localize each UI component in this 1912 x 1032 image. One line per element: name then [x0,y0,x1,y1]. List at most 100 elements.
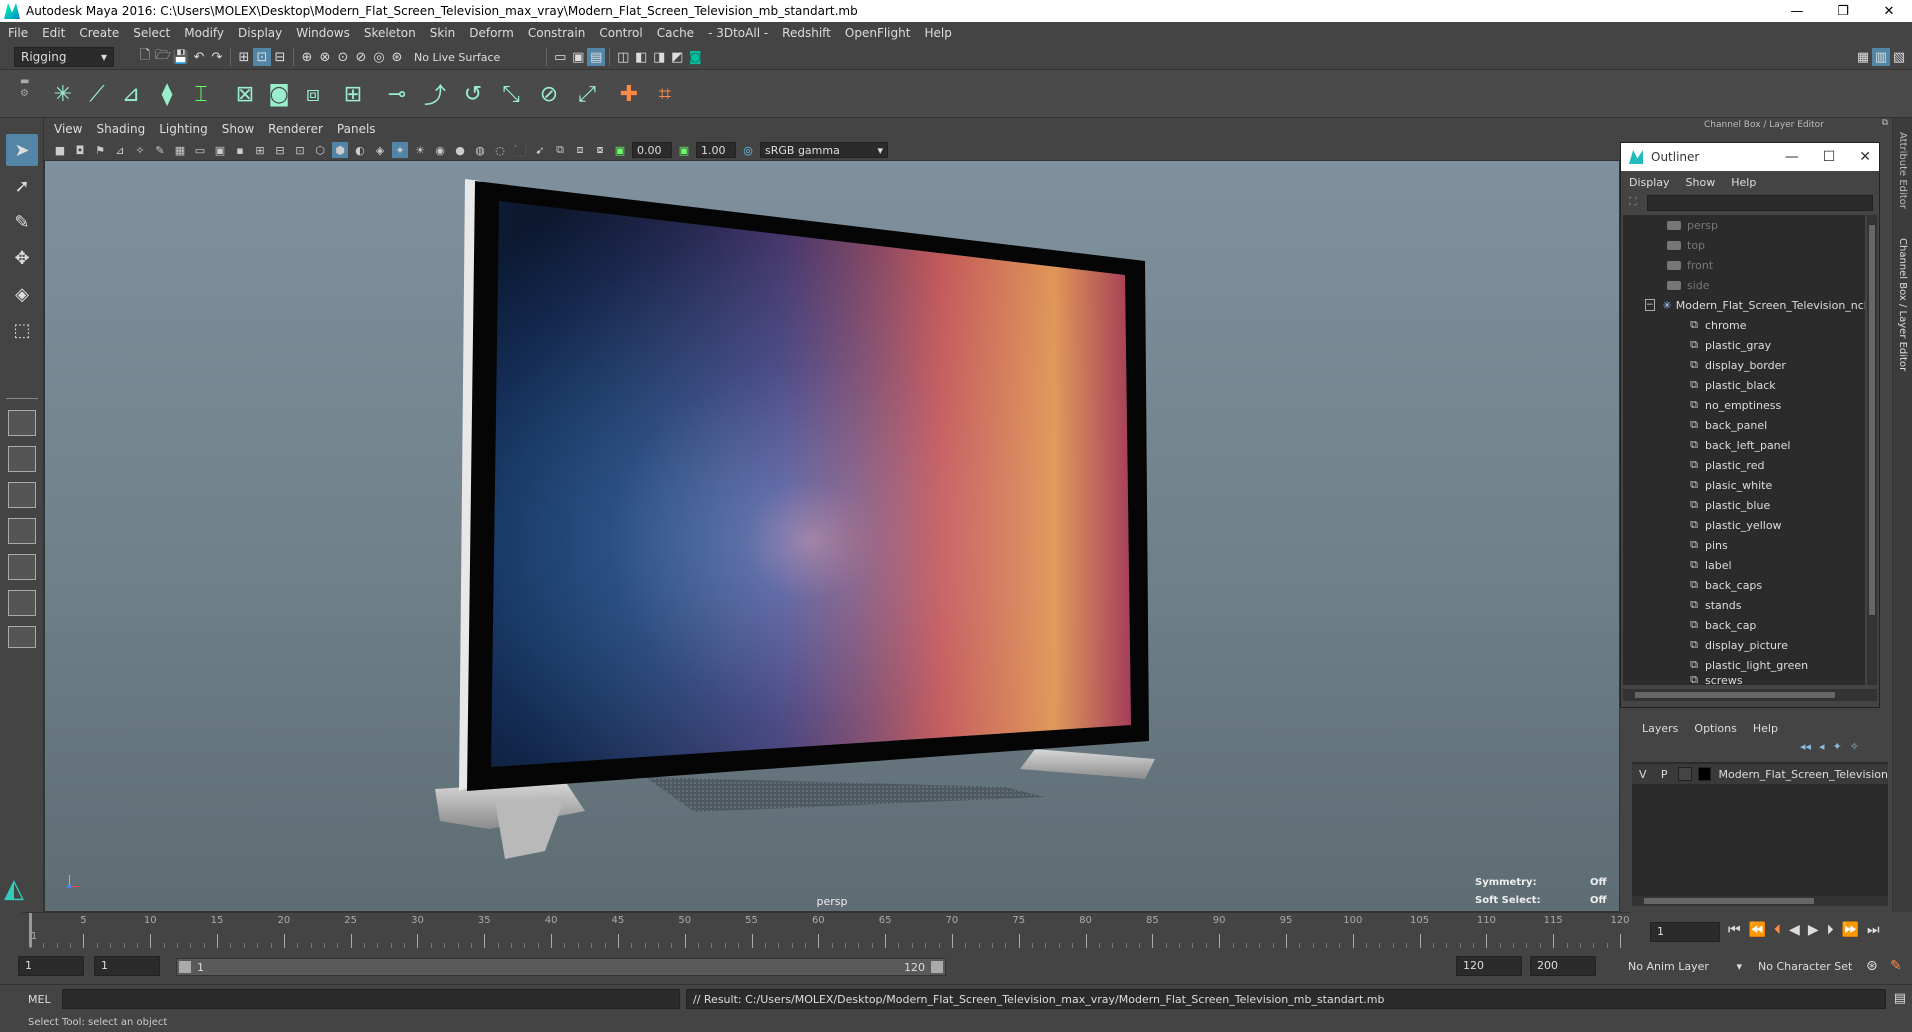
paint-weights-icon[interactable]: ⌶ [186,78,216,110]
bind-skin-icon[interactable]: ⧫ [152,78,182,110]
vp-menu-show[interactable]: Show [222,122,254,136]
scroll-thumb[interactable] [1635,692,1835,698]
exposure-icon[interactable]: ▣ [612,142,628,158]
outliner-item-label[interactable]: ⧉ label [1623,555,1865,575]
menu-constrain[interactable]: Constrain [528,26,586,40]
outliner-item-back-caps[interactable]: ⧉ back_caps [1623,575,1865,595]
menu-cache[interactable]: Cache [657,26,694,40]
close-button[interactable]: ✕ [1866,0,1912,22]
gamma-field[interactable]: 1.00 [696,142,736,158]
film-gate-icon[interactable]: ▭ [192,142,208,158]
play-forwards-icon[interactable]: ▶ [1808,922,1819,938]
menu-display[interactable]: Display [238,26,282,40]
shelf-options-icon[interactable]: ▬ ⚙ [20,76,36,112]
render-view-icon[interactable]: ▣ [569,48,587,66]
wireframe-on-shaded-icon[interactable]: ◐ [352,142,368,158]
parent-constraint-icon[interactable]: ⊘ [534,78,564,110]
menu-skin[interactable]: Skin [430,26,456,40]
depth-of-field-icon[interactable]: ◌ [492,142,508,158]
live-surface-label[interactable]: No Live Surface [414,51,500,64]
playback-start-field[interactable]: 1 [94,956,160,976]
safe-action-icon[interactable]: ⊟ [272,142,288,158]
snap-point-icon[interactable]: ⊙ [334,48,352,66]
safe-title-icon[interactable]: ⊡ [292,142,308,158]
outliner-item-plastic-yellow[interactable]: ⧉ plastic_yellow [1623,515,1865,535]
ambient-occlusion-icon[interactable]: ◉ [432,142,448,158]
anim-layer-dropdown[interactable]: No Anim Layer ▾ [1612,956,1742,976]
new-scene-icon[interactable]: 🗋 [136,48,154,66]
outliner-horizontal-scrollbar[interactable] [1623,689,1877,701]
outliner-item-side[interactable]: side [1623,275,1865,295]
move-tool-icon[interactable]: ✥ [6,242,38,274]
layer-type-swatch[interactable] [1678,767,1692,781]
menu-control[interactable]: Control [599,26,642,40]
range-end-handle[interactable] [931,961,943,973]
range-slider[interactable]: 1 120 [176,958,946,976]
save-scene-icon[interactable]: 💾 [172,48,190,66]
layers-menu-layers[interactable]: Layers [1642,722,1678,735]
outliner-item-pins[interactable]: ⧉ pins [1623,535,1865,555]
locator-constraint-icon[interactable]: ⌗ [650,78,680,110]
camera-attr-icon[interactable]: ◘ [72,142,88,158]
select-hierarchy-icon[interactable]: ⊞ [235,48,253,66]
single-pane-layout-icon[interactable] [8,410,36,436]
layers-menu-options[interactable]: Options [1694,722,1736,735]
blendshape-icon[interactable]: ⊞ [338,78,368,110]
vp-menu-renderer[interactable]: Renderer [268,122,323,136]
four-pane-layout-icon[interactable] [8,446,36,472]
resolution-gate-icon[interactable]: ▣ [212,142,228,158]
field-chart-icon[interactable]: ⊞ [252,142,268,158]
layer-visibility-toggle[interactable]: V [1632,768,1654,781]
layer-playback-toggle[interactable]: P [1654,768,1676,781]
outliner-item-plastic-light-green[interactable]: ⧉ plastic_light_green [1623,655,1865,675]
scale-constraint-icon[interactable]: ⤡ [496,78,526,110]
layers-menu-help[interactable]: Help [1753,722,1778,735]
outliner-search-input[interactable] [1647,195,1873,211]
filter-icon[interactable]: ⛶ [1629,195,1637,209]
motion-blur-icon[interactable]: ● [452,142,468,158]
character-set-dropdown[interactable]: No Character Set [1750,956,1862,976]
viewport-persp[interactable]: persp Symmetry: Off Soft Select: Off [44,160,1620,912]
menu-file[interactable]: File [8,26,28,40]
xray-icon[interactable]: ➹ [532,142,548,158]
range-start-handle[interactable] [179,961,191,973]
outliner-item-display-picture[interactable]: ⧉ display_picture [1623,635,1865,655]
render-sequence-icon[interactable]: ◨ [650,48,668,66]
outliner-item-screws[interactable]: ⧉ screws [1623,675,1865,685]
vp-menu-lighting[interactable]: Lighting [159,122,208,136]
multisample-icon[interactable]: ◍ [472,142,488,158]
minimize-button[interactable]: — [1774,0,1820,22]
script-editor-icon[interactable]: ▤ [1894,991,1906,1006]
restore-button[interactable]: ❐ [1820,0,1866,22]
new-layer-icon[interactable]: ✦ [1833,740,1842,753]
camera-icon[interactable]: ■ [52,142,68,158]
mel-label[interactable]: MEL [28,993,51,1006]
attribute-editor-toggle-icon[interactable]: ▥ [1872,48,1890,66]
move-layer-up-icon[interactable]: ◂◂ [1800,740,1811,753]
close-icon[interactable]: ✕ [1859,149,1871,165]
outliner-item-display-border[interactable]: ⧉ display_border [1623,355,1865,375]
anim-start-field[interactable]: 1 [18,956,84,976]
layer-row[interactable]: V P Modern_Flat_Screen_Television [1632,764,1888,784]
outliner-item-plastic-blue[interactable]: ⧉ plastic_blue [1623,495,1865,515]
ik-handle-icon[interactable]: ⟋ [82,78,112,110]
menu-redshift[interactable]: Redshift [782,26,831,40]
step-back-frame-icon[interactable]: ⏴ [1774,922,1781,938]
minimize-icon[interactable]: — [1785,149,1799,165]
select-component-icon[interactable]: ⊟ [271,48,289,66]
snap-curve-icon[interactable]: ⊗ [316,48,334,66]
outliner-item-front[interactable]: front [1623,255,1865,275]
point-constraint-icon[interactable]: ⊸ [382,78,412,110]
color-space-dropdown[interactable]: sRGB gamma ▾ [760,142,888,158]
vp-menu-view[interactable]: View [54,122,82,136]
move-layer-down-icon[interactable]: ◂ [1819,740,1825,753]
playback-end-field[interactable]: 120 [1456,956,1522,976]
playhead[interactable] [29,913,32,947]
undo-icon[interactable]: ↶ [190,48,208,66]
aim-constraint-icon[interactable]: ⤴ [420,78,450,110]
pole-vector-icon[interactable]: ⤢ [572,78,602,110]
redo-icon[interactable]: ↷ [208,48,226,66]
outliner-item-chrome[interactable]: ⧉ chrome [1623,315,1865,335]
cluster-icon[interactable]: ⊠ [230,78,260,110]
menu-skeleton[interactable]: Skeleton [364,26,416,40]
